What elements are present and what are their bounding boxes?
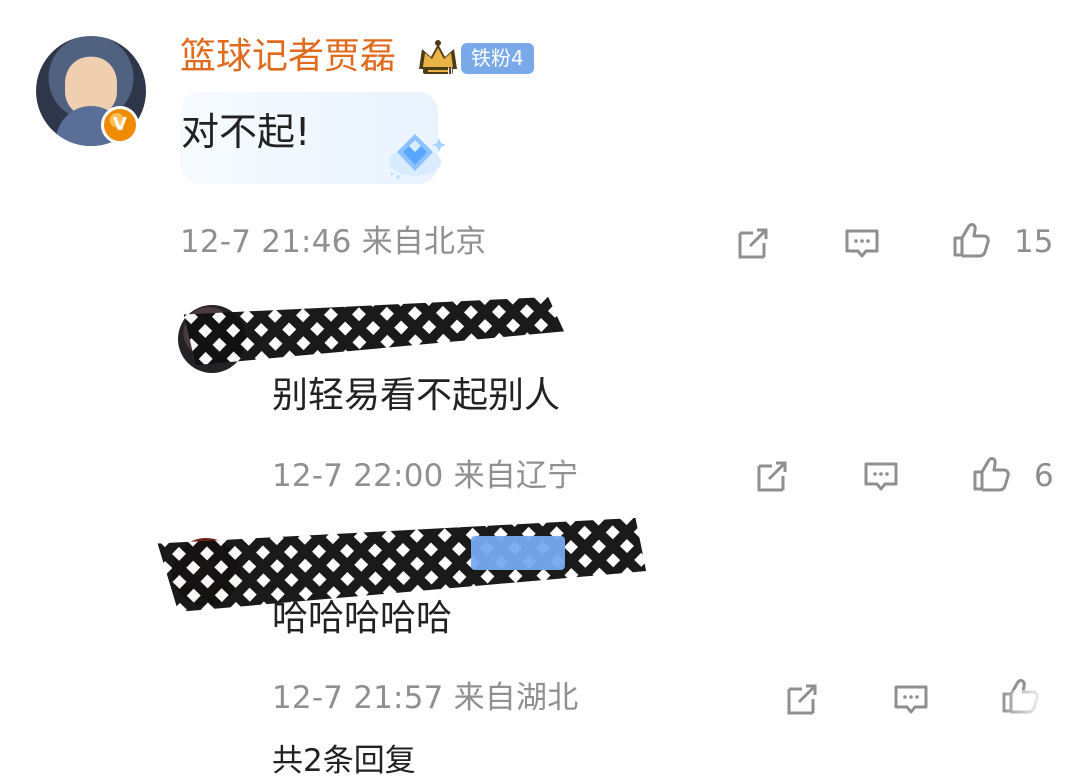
reply-meta: 12-7 21:57 来自湖北 <box>272 680 579 716</box>
more-replies-link[interactable]: 共2条回复 <box>272 744 416 778</box>
fan-badge <box>471 536 565 570</box>
comment-icon[interactable] <box>861 456 901 496</box>
reply-text: 别轻易看不起别人 <box>272 375 561 416</box>
share-icon[interactable] <box>733 223 773 263</box>
thumbs-up-icon[interactable] <box>971 454 1011 494</box>
verified-badge-icon: V <box>101 106 139 144</box>
comment-icon[interactable] <box>891 679 931 719</box>
thumbs-up-icon[interactable] <box>951 220 991 260</box>
diamond-icon <box>389 134 446 179</box>
main-comment-text: 对不起! <box>181 110 311 154</box>
bottom-fade <box>1000 690 1088 760</box>
reply-text: 哈哈哈哈哈 <box>272 598 453 639</box>
share-icon[interactable] <box>782 679 822 719</box>
comment-icon[interactable] <box>842 223 882 263</box>
redacted-reply-author <box>183 297 564 366</box>
fan-badge: 铁粉4 <box>461 43 534 74</box>
main-comment-meta: 12-7 21:46 来自北京 <box>180 224 487 260</box>
reply-meta: 12-7 22:00 来自辽宁 <box>272 458 579 494</box>
svg-text:II: II <box>447 66 453 77</box>
share-icon[interactable] <box>752 456 792 496</box>
main-like-count: 15 <box>1014 224 1054 260</box>
main-comment-author[interactable]: 篮球记者贾磊 <box>180 37 396 77</box>
reply-like-count: 6 <box>1034 458 1054 494</box>
crown-icon: II <box>419 40 457 77</box>
